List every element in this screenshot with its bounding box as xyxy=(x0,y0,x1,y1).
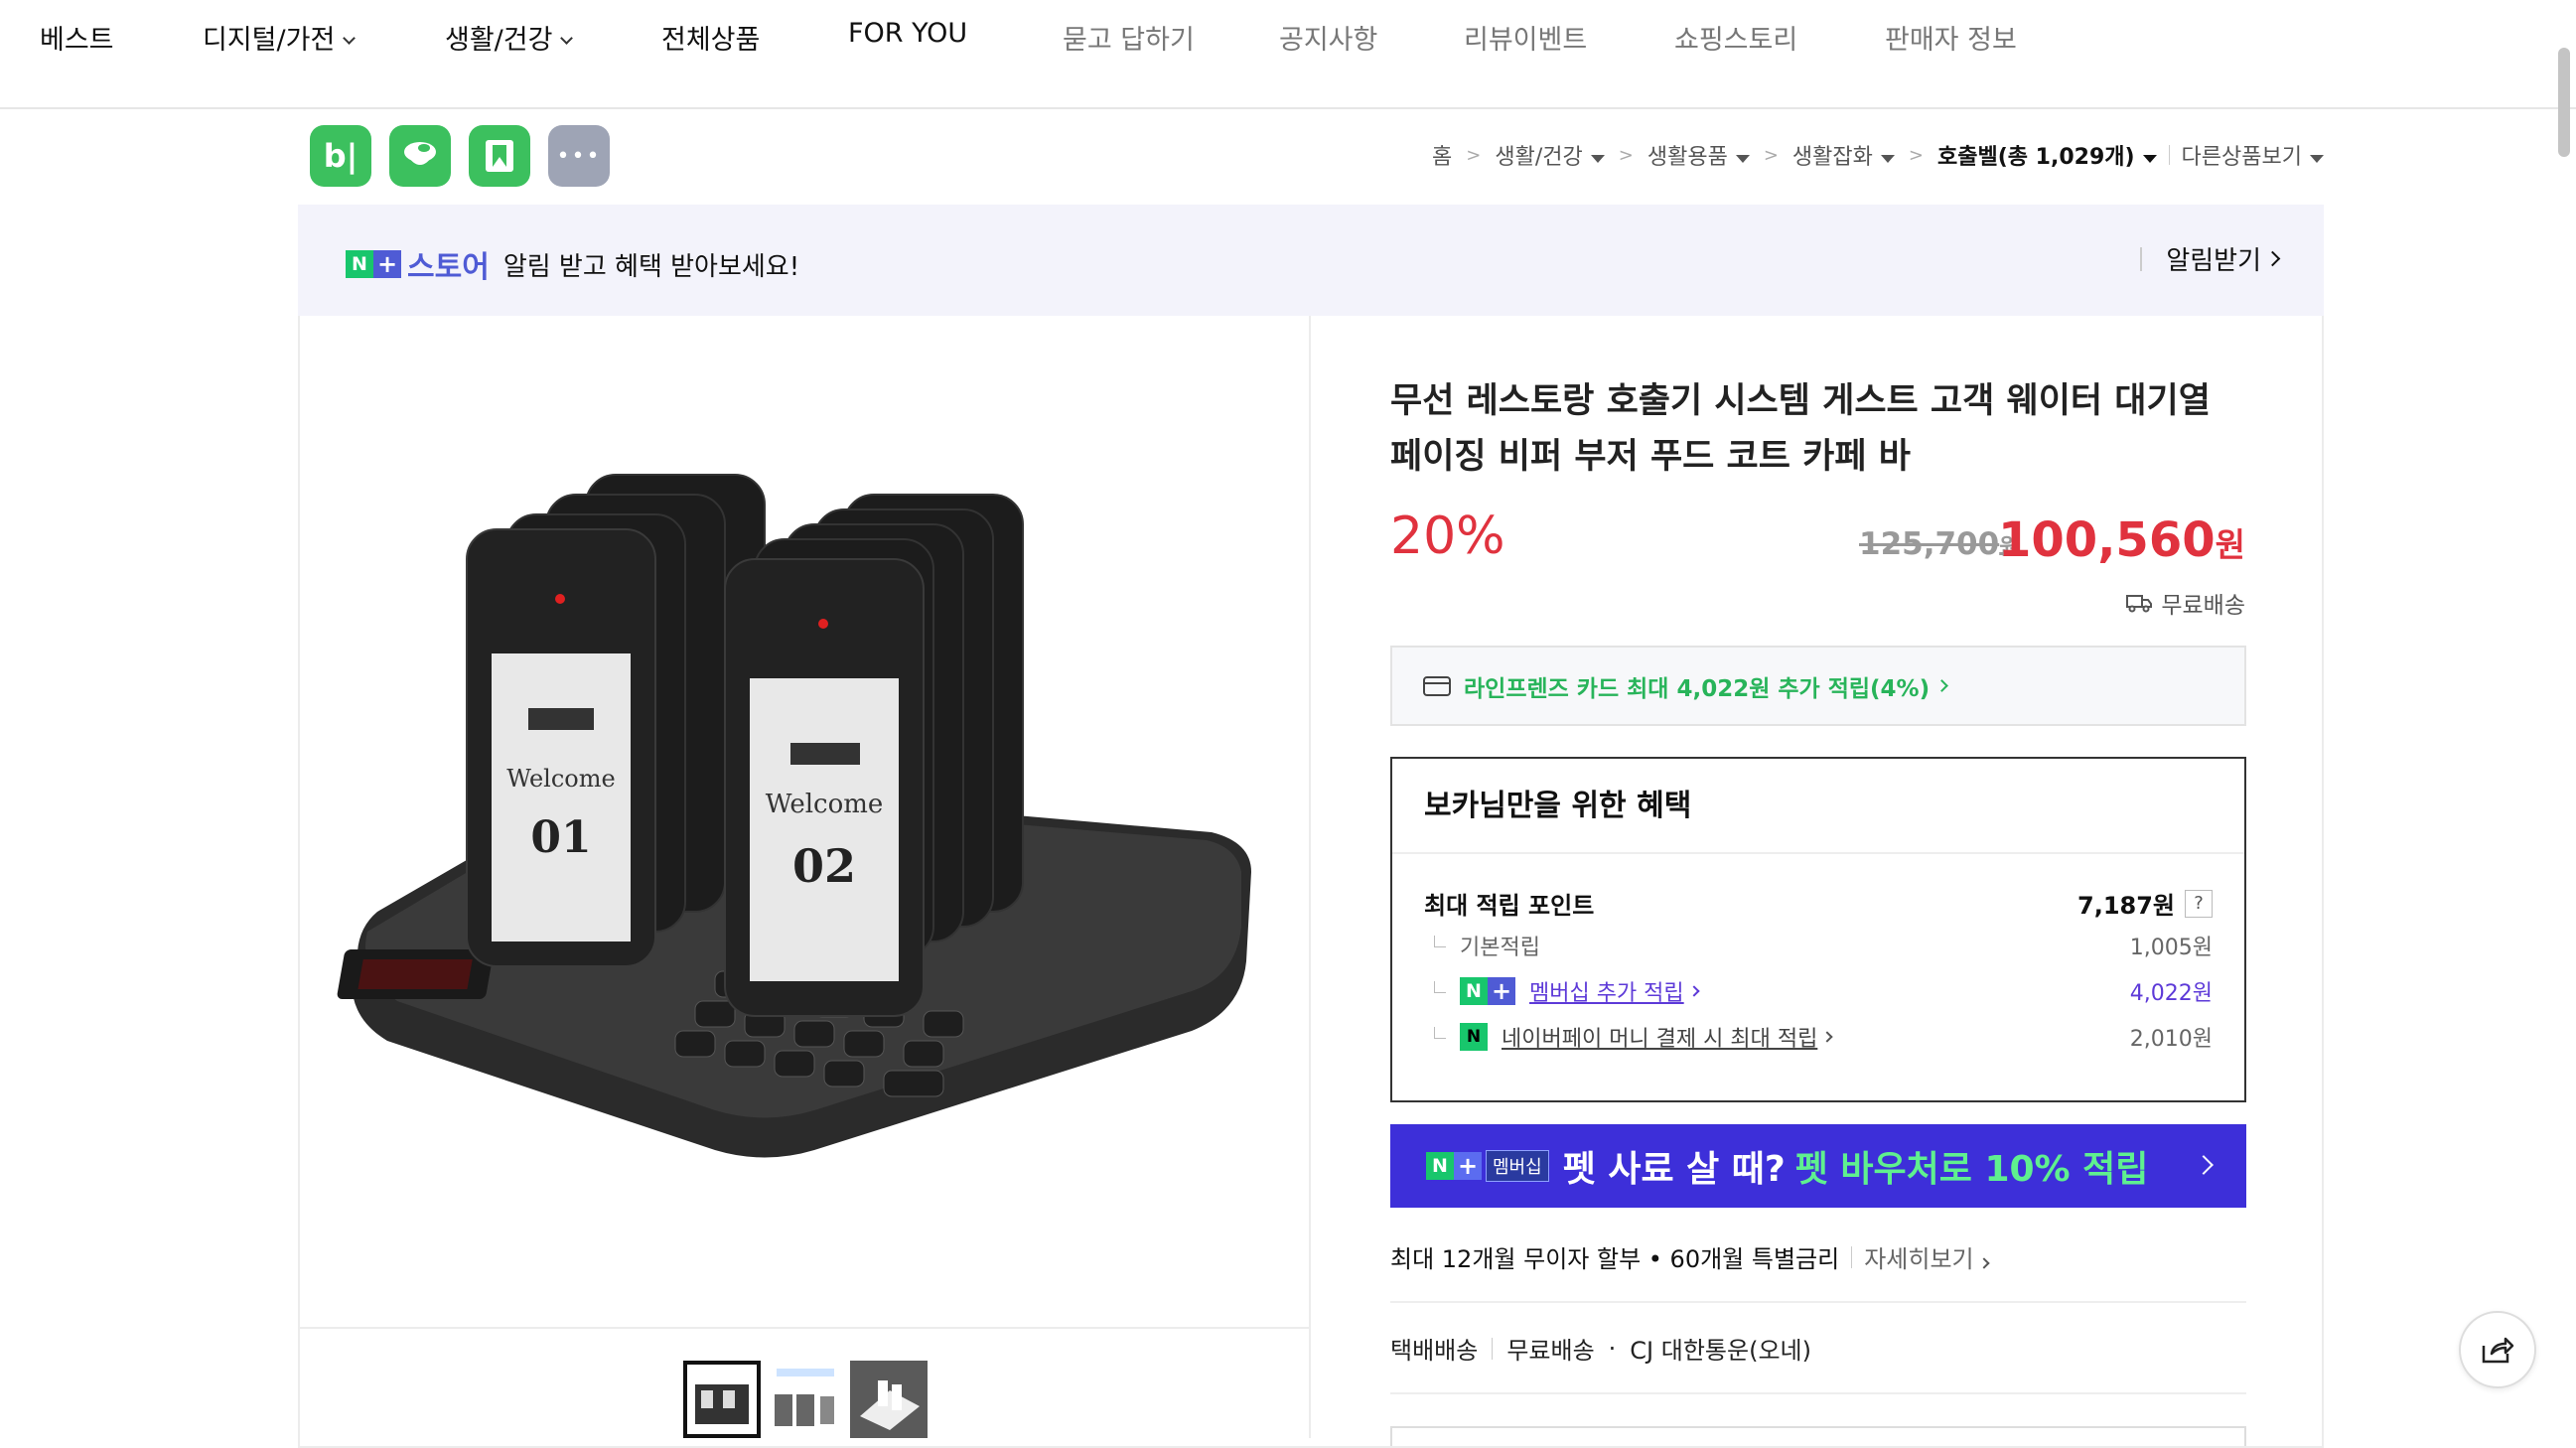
thumbnail-1[interactable] xyxy=(683,1361,761,1438)
nav-item-qna[interactable]: 묻고 답하기 xyxy=(1063,18,1195,57)
nav-item-digital[interactable]: 디지털/가전 xyxy=(203,18,357,57)
caret-down-icon xyxy=(1880,155,1895,163)
chevron-right-icon xyxy=(1977,1257,1990,1269)
card-offer-banner[interactable]: 라인프렌즈 카드 최대 4,022원 추가 적립(4%) xyxy=(1390,646,2246,726)
alert-message: 알림 받고 혜택 받아보세요! xyxy=(502,251,800,282)
npay-points-link[interactable]: 네이버페이 머니 결제 시 최대 적립 xyxy=(1502,1021,1817,1053)
nplus-logo-icon: N + xyxy=(346,250,401,278)
breadcrumb: 홈 > 생활/건강 > 생활용품 > 생활잡화 > 호출벨(총 1,029개) … xyxy=(1432,139,2324,171)
pager-welcome-text: Welcome xyxy=(506,765,615,793)
chevron-right-icon xyxy=(2264,250,2281,267)
bookmark-icon[interactable] xyxy=(469,125,530,187)
store-label: 스토어 xyxy=(407,250,490,285)
nav-item-for-you[interactable]: FOR YOU xyxy=(848,18,967,49)
pager-welcome-text: Welcome xyxy=(766,790,884,819)
blog-icon[interactable]: b| xyxy=(310,125,371,187)
breadcrumb-current[interactable]: 호출벨(총 1,029개) xyxy=(1937,139,2157,171)
free-shipping-label: 무료배송 xyxy=(2125,586,2245,620)
breadcrumb-category-1[interactable]: 생활/건강 xyxy=(1495,139,1605,171)
divider xyxy=(1390,1301,2246,1303)
nplus-logo-icon: N + xyxy=(1426,1152,1482,1180)
discount-rate: 20% xyxy=(1390,507,1505,566)
breadcrumb-home[interactable]: 홈 xyxy=(1432,139,1452,171)
nav-item-living[interactable]: 생활/건강 xyxy=(445,18,574,57)
product-title: 무선 레스토랑 호출기 시스템 게스트 고객 웨이터 대기열 페이징 비퍼 부저… xyxy=(1390,381,2211,477)
option-select-box[interactable] xyxy=(1390,1426,2246,1446)
membership-points-link[interactable]: 멤버십 추가 적립 xyxy=(1529,975,1684,1007)
nav-item-review-event[interactable]: 리뷰이벤트 xyxy=(1464,18,1587,57)
share-button[interactable] xyxy=(2459,1311,2536,1388)
caret-down-icon xyxy=(2142,155,2157,163)
caret-down-icon xyxy=(1590,155,1605,163)
benefit-row-npay: N 네이버페이 머니 결제 시 최대 적립 2,010원 xyxy=(1424,1021,2213,1053)
nav-item-all-products[interactable]: 전체상품 xyxy=(661,18,760,57)
delivery-type: 택배배송 xyxy=(1390,1337,1479,1365)
scrollbar[interactable] xyxy=(2558,48,2570,157)
breadcrumb-category-3[interactable]: 생활잡화 xyxy=(1792,139,1895,171)
chevron-right-icon xyxy=(1821,1031,1833,1043)
help-icon[interactable]: ? xyxy=(2185,889,2213,918)
divider xyxy=(2168,145,2170,165)
pet-voucher-promo-banner[interactable]: N + 멤버십 펫 사료 살 때? 펫 바우처로 10% 적립 xyxy=(1390,1124,2246,1208)
chevron-right-icon: > xyxy=(1763,144,1779,166)
caret-down-icon xyxy=(2310,155,2324,163)
delivery-fee: 무료배송 xyxy=(1506,1337,1595,1365)
pager-number-text: 01 xyxy=(530,812,591,863)
caret-down-icon xyxy=(1735,155,1750,163)
product-image[interactable]: Welcome 01 Welcome 02 xyxy=(298,316,1311,1329)
member-benefits-box: 보카님만을 위한 혜택 최대 적립 포인트 7,187원? 기본적립 1,005… xyxy=(1390,757,2246,1102)
thumbnail-3[interactable] xyxy=(850,1361,928,1438)
chevron-down-icon xyxy=(343,32,357,45)
nplus-logo-icon: N + xyxy=(1460,977,1515,1005)
nav-item-shopping-story[interactable]: 쇼핑스토리 xyxy=(1674,18,1797,57)
nav-item-notice[interactable]: 공지사항 xyxy=(1279,18,1377,57)
breadcrumb-category-2[interactable]: 생활용품 xyxy=(1647,139,1750,171)
truck-icon xyxy=(2126,595,2153,613)
share-icon xyxy=(2482,1337,2514,1364)
benefits-title: 보카님만을 위한 혜택 xyxy=(1392,759,2244,854)
cafe-icon[interactable] xyxy=(389,125,451,187)
nav-item-seller-info[interactable]: 판매자 정보 xyxy=(1885,18,2017,57)
divider xyxy=(1390,1392,2246,1394)
chevron-right-icon xyxy=(2194,1155,2214,1175)
chevron-right-icon: > xyxy=(1618,144,1634,166)
installment-detail-link[interactable]: 자세히보기 xyxy=(1864,1239,1990,1274)
benefit-row-basic: 기본적립 1,005원 xyxy=(1424,930,2213,961)
pager-number-text: 02 xyxy=(792,839,856,893)
sale-price: 100,560원 xyxy=(1998,512,2245,568)
naver-pay-icon: N xyxy=(1460,1023,1488,1051)
chevron-right-icon: > xyxy=(1908,144,1924,166)
chevron-down-icon xyxy=(560,32,574,45)
chevron-right-icon xyxy=(1935,679,1948,692)
credit-card-icon xyxy=(1423,675,1451,696)
chevron-right-icon xyxy=(1688,985,1700,997)
store-alert-banner: N + 스토어 알림 받고 혜택 받아보세요! 알림받기 xyxy=(298,205,2324,316)
installment-info: 최대 12개월 무이자 할부 • 60개월 특별금리 자세히보기 xyxy=(1390,1239,1990,1274)
original-price: 125,700원 xyxy=(1859,526,2020,562)
chevron-right-icon: > xyxy=(1466,144,1482,166)
nav-item-best[interactable]: 베스트 xyxy=(40,18,114,57)
subscribe-alert-button[interactable]: 알림받기 xyxy=(2140,240,2281,277)
delivery-carrier: CJ 대한통운(오네) xyxy=(1630,1337,1811,1365)
other-products-link[interactable]: 다른상품보기 xyxy=(2182,139,2324,171)
top-navigation: 베스트 디지털/가전 생활/건강 전체상품 FOR YOU 묻고 답하기 공지사… xyxy=(0,0,2576,109)
max-points-row: 최대 적립 포인트 7,187원? xyxy=(1424,886,2213,921)
benefit-row-membership: N + 멤버십 추가 적립 4,022원 xyxy=(1424,975,2213,1007)
thumbnail-2[interactable] xyxy=(767,1361,844,1438)
membership-tag: 멤버십 xyxy=(1486,1150,1549,1182)
more-icon[interactable]: ••• xyxy=(548,125,610,187)
delivery-info: 택배배송 무료배송 · CJ 대한통운(오네) xyxy=(1390,1331,1811,1366)
